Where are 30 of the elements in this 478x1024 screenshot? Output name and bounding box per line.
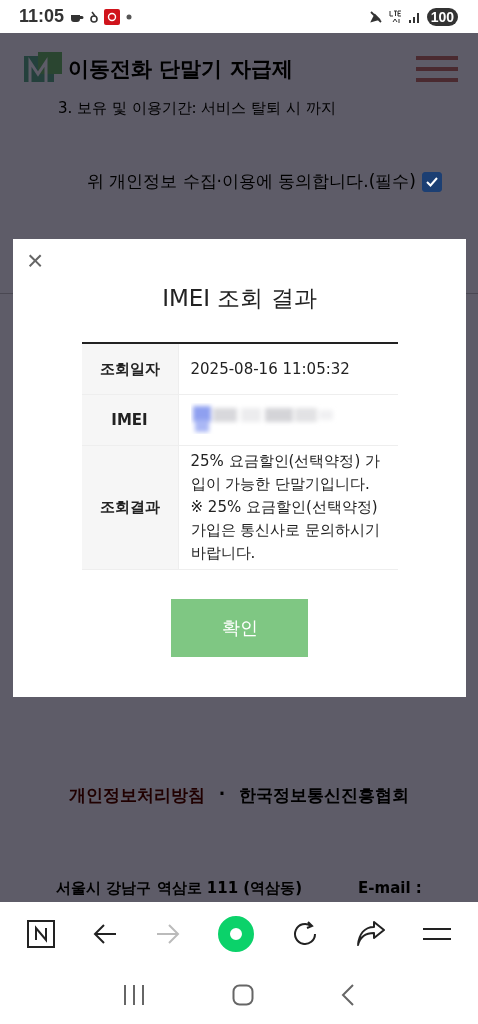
- retention-text: 3. 보유 및 이용기간: 서비스 탈퇴 시 까지: [57, 98, 337, 118]
- back-icon[interactable]: [91, 922, 118, 945]
- close-button[interactable]: ×: [27, 247, 44, 275]
- table-cell: 2025-08-16 11:05:32: [178, 343, 398, 395]
- app-icon: [104, 8, 121, 25]
- table-header-cell: IMEI: [81, 394, 178, 446]
- tabs-icon[interactable]: [26, 919, 55, 948]
- recent-apps-icon[interactable]: [123, 984, 146, 1005]
- mute-icon: [368, 9, 383, 24]
- confirm-button[interactable]: 확인: [171, 599, 308, 657]
- email-label: E-mail :: [358, 879, 422, 898]
- consent-label: 위 개인정보 수집·이용에 동의합니다.(필수): [86, 170, 416, 193]
- battery-level: 100: [426, 7, 458, 26]
- table-header-cell: 조회일자: [81, 343, 178, 395]
- lte-icon: [388, 9, 403, 24]
- site-logo-text: 이동전화 단말기 자급제: [68, 56, 293, 83]
- home-icon[interactable]: [232, 983, 254, 1006]
- status-time: 11:05: [19, 6, 65, 27]
- privacy-policy-link[interactable]: 개인정보처리방침: [68, 784, 205, 807]
- consent-checkbox[interactable]: [422, 171, 442, 192]
- notification-icon: [90, 10, 99, 23]
- dialog-title: IMEI 조회 결과: [162, 284, 317, 313]
- association-link[interactable]: 한국정보통신진흥협회: [239, 784, 410, 807]
- share-icon[interactable]: [356, 920, 387, 947]
- table-cell: 25% 요금할인(선택약정) 가입이 가능한 단말기입니다. ※ 25% 요금할인(선택약정) 가입은 통신사로 문의하시기 바랍니다.: [178, 445, 398, 570]
- signal-icon: [408, 10, 421, 23]
- link-separator: ·: [218, 784, 226, 806]
- address-text: 서울시 강남구 역삼로 111 (역삼동): [56, 879, 303, 898]
- dot-icon: [126, 13, 133, 20]
- table-header-cell: 조회결과: [81, 445, 178, 570]
